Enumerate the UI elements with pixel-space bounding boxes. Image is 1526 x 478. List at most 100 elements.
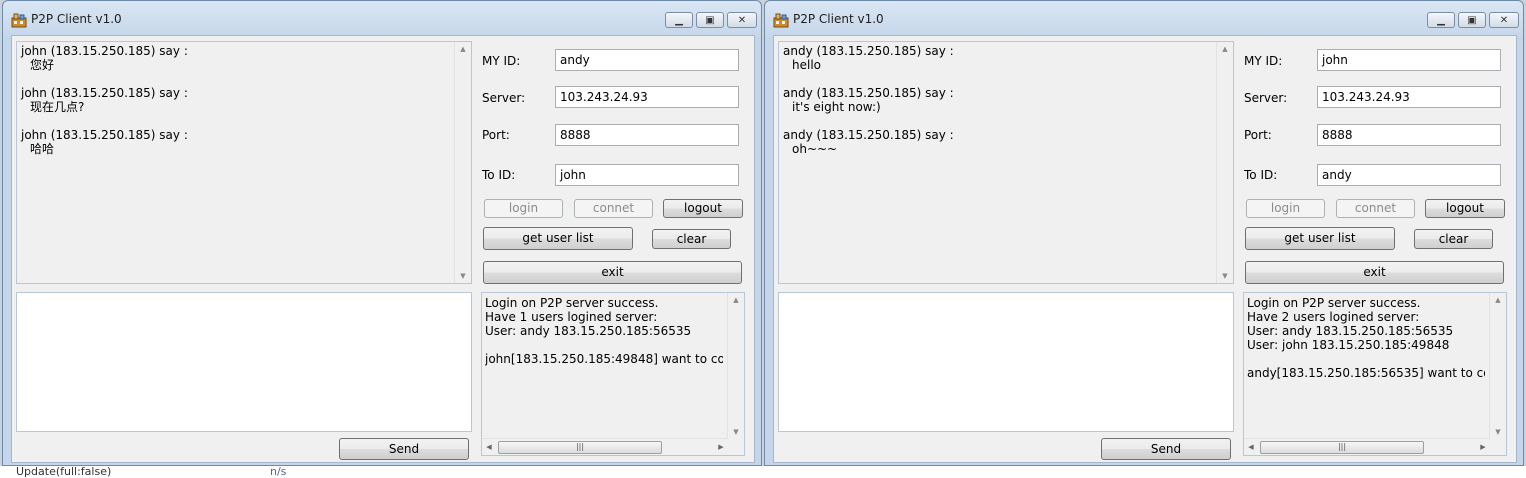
send-button[interactable]: Send xyxy=(1101,438,1231,460)
log-vertical-scrollbar[interactable]: ▲ ▼ xyxy=(727,293,744,439)
to-id-field[interactable]: john xyxy=(555,164,739,186)
chat-messages: andy (183.15.250.185) say : hello andy (… xyxy=(783,44,1215,170)
app-icon xyxy=(11,13,27,28)
to-id-field[interactable]: andy xyxy=(1317,164,1501,186)
close-icon: ✕ xyxy=(1499,14,1509,26)
to-id-label: To ID: xyxy=(1244,168,1278,182)
server-field[interactable]: 103.243.24.93 xyxy=(1317,86,1501,108)
chat-sender: andy (183.15.250.185) say : xyxy=(783,86,954,100)
get-user-list-button[interactable]: get user list xyxy=(1245,227,1395,250)
close-button[interactable]: ✕ xyxy=(727,12,757,28)
to-id-label: To ID: xyxy=(482,168,516,182)
chat-text: 您好 xyxy=(30,58,55,72)
scroll-down-arrow-icon[interactable]: ▼ xyxy=(455,269,471,283)
message-input[interactable] xyxy=(778,292,1234,432)
chat-history[interactable]: andy (183.15.250.185) say : hello andy (… xyxy=(778,41,1234,284)
status-log[interactable]: Login on P2P server success. Have 1 user… xyxy=(481,292,745,456)
window-title: P2P Client v1.0 xyxy=(31,12,122,26)
scrollbar-corner xyxy=(1490,439,1506,455)
log-vertical-scrollbar[interactable]: ▲ ▼ xyxy=(1489,293,1506,439)
maximize-button[interactable]: ▣ xyxy=(696,12,724,28)
scroll-up-arrow-icon[interactable]: ▲ xyxy=(728,293,744,307)
log-line: john[183.15.250.185:49848] want to conn xyxy=(485,352,723,366)
exit-button[interactable]: exit xyxy=(1245,261,1504,284)
chat-text: oh~~~ xyxy=(792,142,838,156)
log-line: User: andy 183.15.250.185:56535 xyxy=(485,324,692,338)
connect-button[interactable]: connet xyxy=(1336,199,1415,218)
clear-button[interactable]: clear xyxy=(1414,229,1493,249)
scroll-right-arrow-icon[interactable]: ▶ xyxy=(714,439,728,455)
login-button[interactable]: login xyxy=(1246,199,1325,218)
chat-message: john (183.15.250.185) say : 现在几点? xyxy=(21,86,453,114)
scroll-up-arrow-icon[interactable]: ▲ xyxy=(455,42,471,56)
p2p-client-window-john[interactable]: P2P Client v1.0 ▁ ▣ ✕ andy (183.15.250.1… xyxy=(764,0,1524,466)
client-area: john (183.15.250.185) say : 您好 john (183… xyxy=(11,35,755,463)
title-bar[interactable]: P2P Client v1.0 ▁ ▣ ✕ xyxy=(3,1,761,37)
my-id-field[interactable]: john xyxy=(1317,49,1501,71)
log-lines: Login on P2P server success. Have 2 user… xyxy=(1247,296,1485,380)
title-bar[interactable]: P2P Client v1.0 ▁ ▣ ✕ xyxy=(765,1,1523,37)
maximize-icon: ▣ xyxy=(1467,14,1477,26)
p2p-client-window-andy[interactable]: P2P Client v1.0 ▁ ▣ ✕ john (183.15.250.1… xyxy=(2,0,762,466)
log-line: Login on P2P server success. xyxy=(1247,296,1421,310)
background-text: Update(full:false) xyxy=(16,465,112,478)
minimize-icon: ▁ xyxy=(675,14,683,26)
connect-button[interactable]: connet xyxy=(574,199,653,218)
my-id-label: MY ID: xyxy=(1244,54,1283,68)
chat-messages: john (183.15.250.185) say : 您好 john (183… xyxy=(21,44,453,170)
scroll-right-arrow-icon[interactable]: ▶ xyxy=(1476,439,1490,455)
close-button[interactable]: ✕ xyxy=(1489,12,1519,28)
scroll-left-arrow-icon[interactable]: ◀ xyxy=(482,439,496,455)
my-id-field[interactable]: andy xyxy=(555,49,739,71)
background-text-2: n/s xyxy=(270,465,287,478)
scroll-up-arrow-icon[interactable]: ▲ xyxy=(1217,42,1233,56)
my-id-label: MY ID: xyxy=(482,54,521,68)
clear-button[interactable]: clear xyxy=(652,229,731,249)
status-log[interactable]: Login on P2P server success. Have 2 user… xyxy=(1243,292,1507,456)
chat-message: andy (183.15.250.185) say : oh~~~ xyxy=(783,128,1215,156)
server-label: Server: xyxy=(1244,91,1288,105)
scroll-up-arrow-icon[interactable]: ▲ xyxy=(1490,293,1506,307)
logout-button[interactable]: logout xyxy=(1425,199,1505,218)
port-label: Port: xyxy=(1244,128,1272,142)
exit-button[interactable]: exit xyxy=(483,261,742,284)
chat-message: john (183.15.250.185) say : 哈哈 xyxy=(21,128,453,156)
chat-message: john (183.15.250.185) say : 您好 xyxy=(21,44,453,72)
port-label: Port: xyxy=(482,128,510,142)
port-field[interactable]: 8888 xyxy=(1317,124,1501,146)
scroll-left-arrow-icon[interactable]: ◀ xyxy=(1244,439,1258,455)
port-field[interactable]: 8888 xyxy=(555,124,739,146)
log-horizontal-scrollbar[interactable]: ◀ ||| ▶ xyxy=(482,438,728,455)
chat-text: hello xyxy=(792,58,821,72)
minimize-button[interactable]: ▁ xyxy=(665,12,693,28)
scroll-down-arrow-icon[interactable]: ▼ xyxy=(1217,269,1233,283)
chat-text: 现在几点? xyxy=(30,100,85,114)
chat-scrollbar[interactable]: ▲ ▼ xyxy=(454,42,471,283)
log-lines: Login on P2P server success. Have 1 user… xyxy=(485,296,723,366)
message-input[interactable] xyxy=(16,292,472,432)
log-line: Have 2 users logined server: xyxy=(1247,310,1420,324)
server-label: Server: xyxy=(482,91,526,105)
scroll-down-arrow-icon[interactable]: ▼ xyxy=(728,425,744,439)
close-icon: ✕ xyxy=(737,14,747,26)
chat-scrollbar[interactable]: ▲ ▼ xyxy=(1216,42,1233,283)
maximize-icon: ▣ xyxy=(705,14,715,26)
desktop-background: Update(full:false) n/s xyxy=(0,465,1526,478)
minimize-button[interactable]: ▁ xyxy=(1427,12,1455,28)
chat-text: it's eight now:) xyxy=(792,100,881,114)
scroll-thumb[interactable]: ||| xyxy=(1260,441,1424,454)
send-button[interactable]: Send xyxy=(339,438,469,460)
login-button[interactable]: login xyxy=(484,199,563,218)
scroll-down-arrow-icon[interactable]: ▼ xyxy=(1490,425,1506,439)
chat-history[interactable]: john (183.15.250.185) say : 您好 john (183… xyxy=(16,41,472,284)
app-icon xyxy=(773,13,789,28)
scroll-thumb[interactable]: ||| xyxy=(498,441,662,454)
client-area: andy (183.15.250.185) say : hello andy (… xyxy=(773,35,1517,463)
log-horizontal-scrollbar[interactable]: ◀ ||| ▶ xyxy=(1244,438,1490,455)
server-field[interactable]: 103.243.24.93 xyxy=(555,86,739,108)
get-user-list-button[interactable]: get user list xyxy=(483,227,633,250)
maximize-button[interactable]: ▣ xyxy=(1458,12,1486,28)
logout-button[interactable]: logout xyxy=(663,199,743,218)
